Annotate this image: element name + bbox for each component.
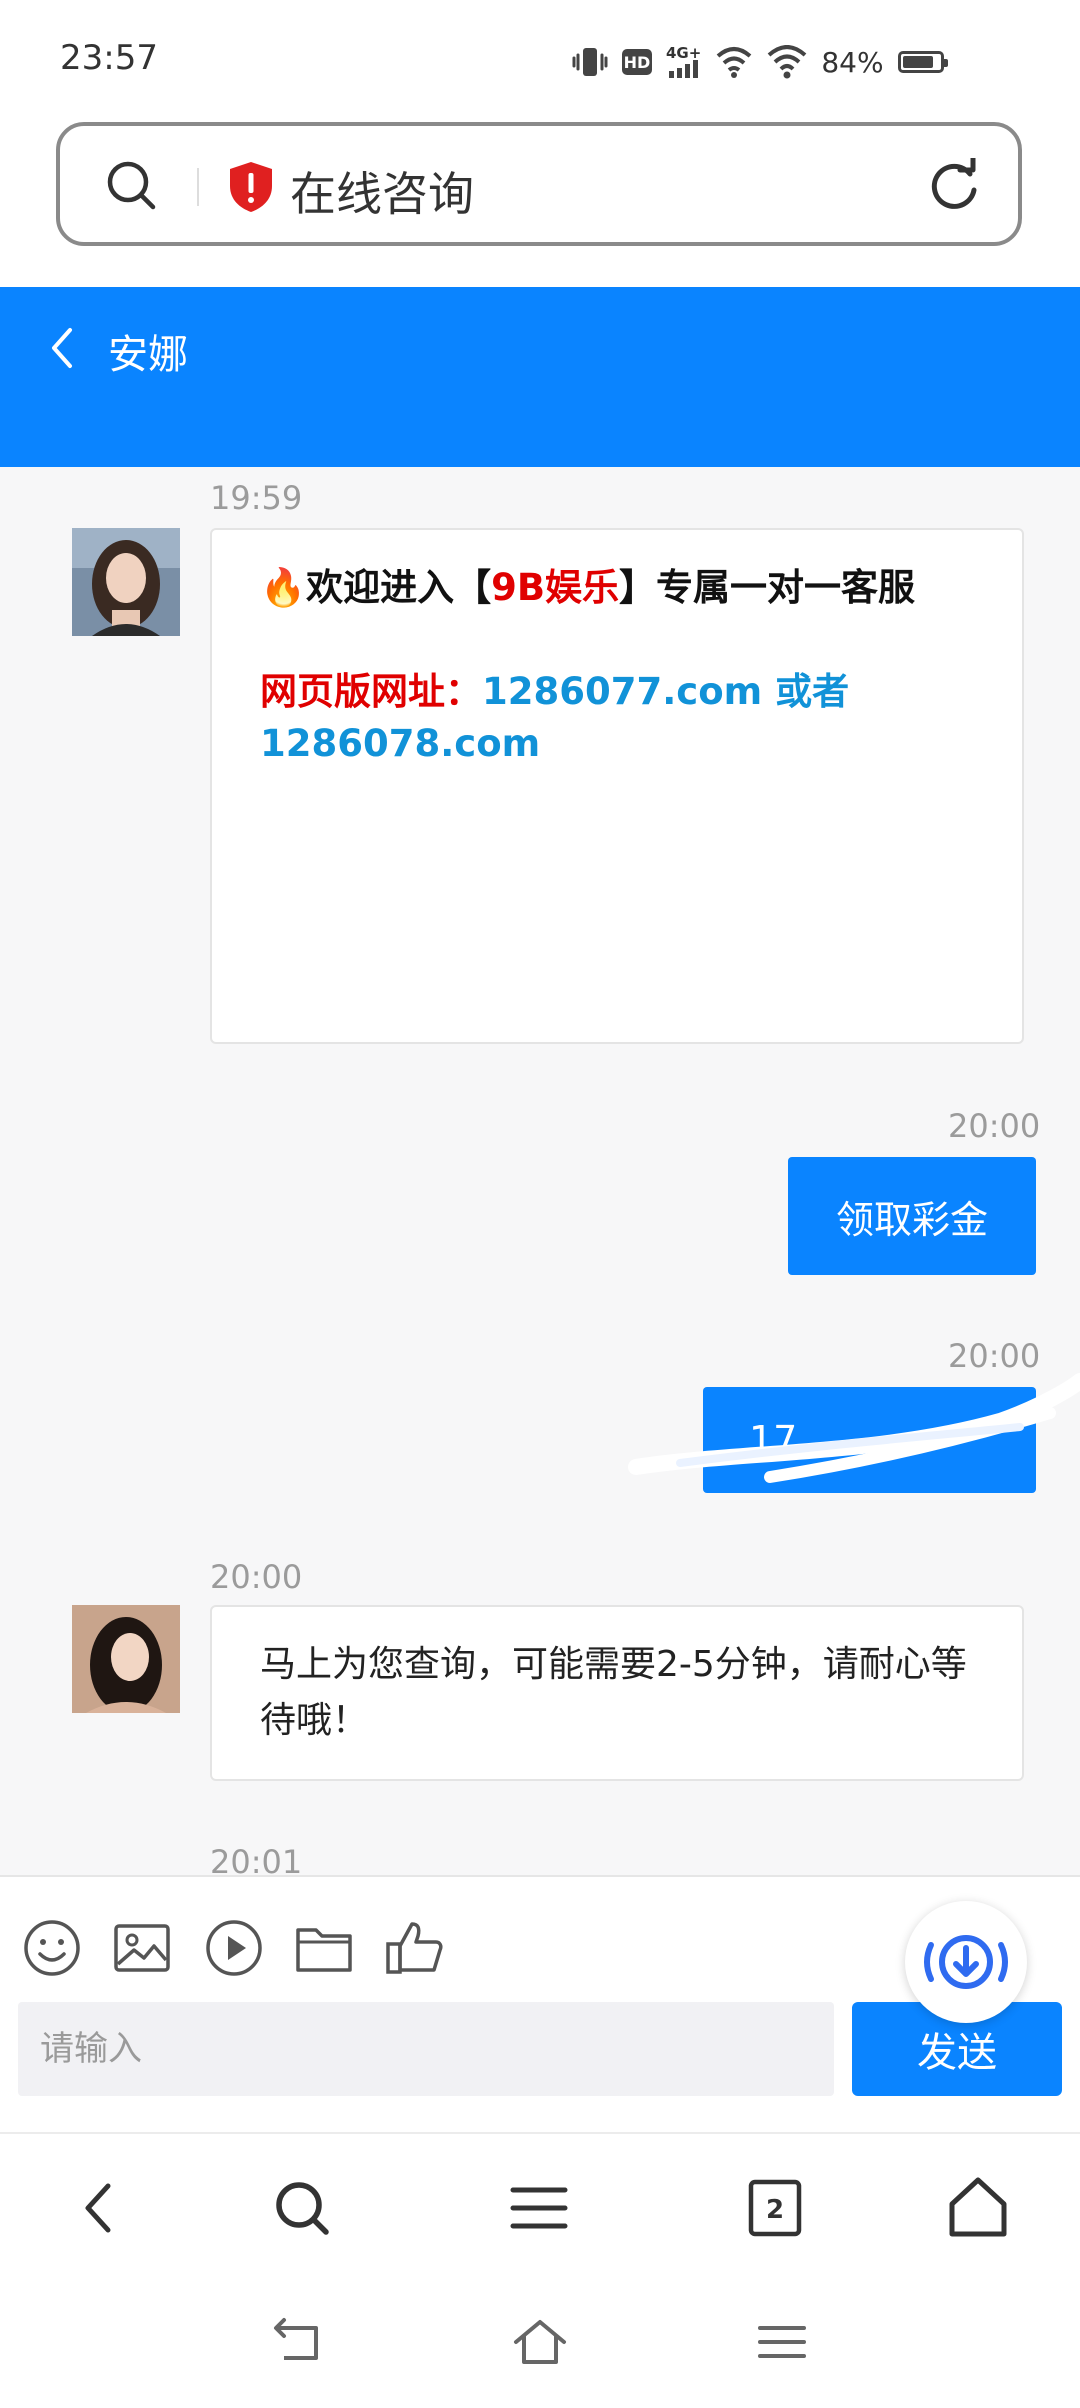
redaction-scribble bbox=[628, 1373, 1080, 1483]
video-icon[interactable] bbox=[204, 1918, 264, 1978]
brand-name: 9B娱乐 bbox=[491, 566, 620, 609]
chevron-left-icon[interactable] bbox=[44, 324, 80, 372]
menu-icon[interactable] bbox=[503, 2172, 575, 2244]
status-time: 23:57 bbox=[60, 38, 158, 78]
home-icon[interactable] bbox=[942, 2172, 1014, 2244]
system-recents-icon[interactable] bbox=[752, 2312, 812, 2372]
agent-message-bubble: 马上为您查询，可能需要2-5分钟，请耐心等待哦！ bbox=[210, 1605, 1024, 1781]
vibrate-icon bbox=[572, 48, 608, 76]
chat-contact-name: 安娜 bbox=[108, 332, 188, 378]
system-home-icon[interactable] bbox=[510, 2312, 570, 2372]
tab-count: 2 bbox=[766, 2195, 784, 2225]
message-input[interactable] bbox=[18, 2002, 834, 2096]
website-link-1[interactable]: 1286077.com bbox=[482, 670, 762, 713]
welcome-message-text: 🔥欢迎进入【9B娱乐】专属一对一客服 bbox=[260, 562, 990, 614]
address-bar[interactable] bbox=[56, 122, 1022, 246]
address-divider bbox=[197, 168, 199, 206]
website-link-2[interactable]: 1286078.com bbox=[260, 722, 540, 765]
image-icon[interactable] bbox=[112, 1918, 172, 1978]
download-icon bbox=[924, 1935, 1008, 1989]
cellular-icon: 4G+ bbox=[666, 46, 701, 78]
message-timestamp: 20:00 bbox=[210, 1558, 303, 1596]
message-timestamp: 20:01 bbox=[210, 1843, 303, 1875]
battery-fill bbox=[902, 56, 933, 68]
chat-message-list[interactable]: 19:59 🔥欢迎进入【9B娱乐】专属一对一客服 网页版网址：1286077.c… bbox=[0, 467, 1080, 1875]
battery-percent: 84% bbox=[821, 45, 884, 79]
message-timestamp: 20:00 bbox=[948, 1107, 1041, 1145]
status-icons: HD 4G+ 84% bbox=[572, 40, 948, 84]
welcome-message-bubble: 🔥欢迎进入【9B娱乐】专属一对一客服 网页版网址：1286077.com 或者 1… bbox=[210, 528, 1024, 1044]
security-shield-icon[interactable] bbox=[226, 160, 276, 214]
website-or: 或者 bbox=[762, 670, 850, 713]
reload-icon[interactable] bbox=[926, 158, 982, 214]
download-fab[interactable] bbox=[905, 1901, 1027, 2023]
address-title[interactable]: 在线咨询 bbox=[290, 158, 474, 224]
search-icon[interactable] bbox=[104, 158, 158, 212]
network-type: 4G+ bbox=[666, 44, 702, 62]
user-message-bubble: 领取彩金 bbox=[788, 1157, 1036, 1275]
folder-icon[interactable] bbox=[294, 1918, 354, 1978]
welcome-prefix: 🔥欢迎进入【 bbox=[260, 566, 492, 609]
agent-avatar[interactable] bbox=[72, 1605, 180, 1713]
hd-badge: HD bbox=[622, 49, 652, 75]
back-icon[interactable] bbox=[64, 2172, 136, 2244]
welcome-suffix: 】专属一对一客服 bbox=[619, 566, 916, 609]
search-icon[interactable] bbox=[266, 2172, 338, 2244]
emoji-icon[interactable] bbox=[22, 1918, 82, 1978]
wifi-small-icon bbox=[717, 47, 752, 78]
battery-icon bbox=[897, 51, 948, 73]
agent-message-text: 马上为您查询，可能需要2-5分钟，请耐心等待哦！ bbox=[260, 1644, 967, 1741]
message-timestamp: 19:59 bbox=[210, 479, 303, 517]
website-info: 网页版网址：1286077.com 或者 1286078.com bbox=[260, 666, 990, 770]
website-label: 网页版网址： bbox=[260, 670, 482, 713]
agent-avatar[interactable] bbox=[72, 528, 180, 636]
tabs-icon[interactable]: 2 bbox=[739, 2172, 811, 2244]
system-back-icon[interactable] bbox=[270, 2312, 330, 2372]
thumbs-up-icon[interactable] bbox=[384, 1918, 444, 1978]
wifi-icon bbox=[768, 45, 807, 79]
